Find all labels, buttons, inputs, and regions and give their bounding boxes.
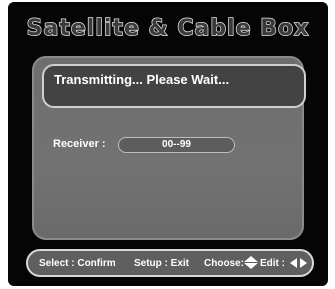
- up-down-arrows-icon: [244, 256, 258, 270]
- choose-label: Choose:: [204, 258, 244, 269]
- status-box: Transmitting... Please Wait...: [42, 64, 306, 108]
- edit-label: Edit :: [260, 258, 285, 269]
- setup-hint: Setup : Exit: [134, 258, 190, 269]
- left-right-arrows-icon: [290, 258, 308, 268]
- receiver-field[interactable]: 00--99: [118, 137, 235, 153]
- select-hint: Select : Confirm: [39, 258, 116, 269]
- button-hint-bar: Select : Confirm Setup : Exit Choose: Ed…: [26, 249, 314, 277]
- tv-screen: Satellite & Cable Box Transmitting... Pl…: [8, 2, 328, 286]
- receiver-label: Receiver :: [53, 138, 106, 150]
- page-title: Satellite & Cable Box: [26, 15, 310, 41]
- status-message: Transmitting... Please Wait...: [54, 72, 230, 87]
